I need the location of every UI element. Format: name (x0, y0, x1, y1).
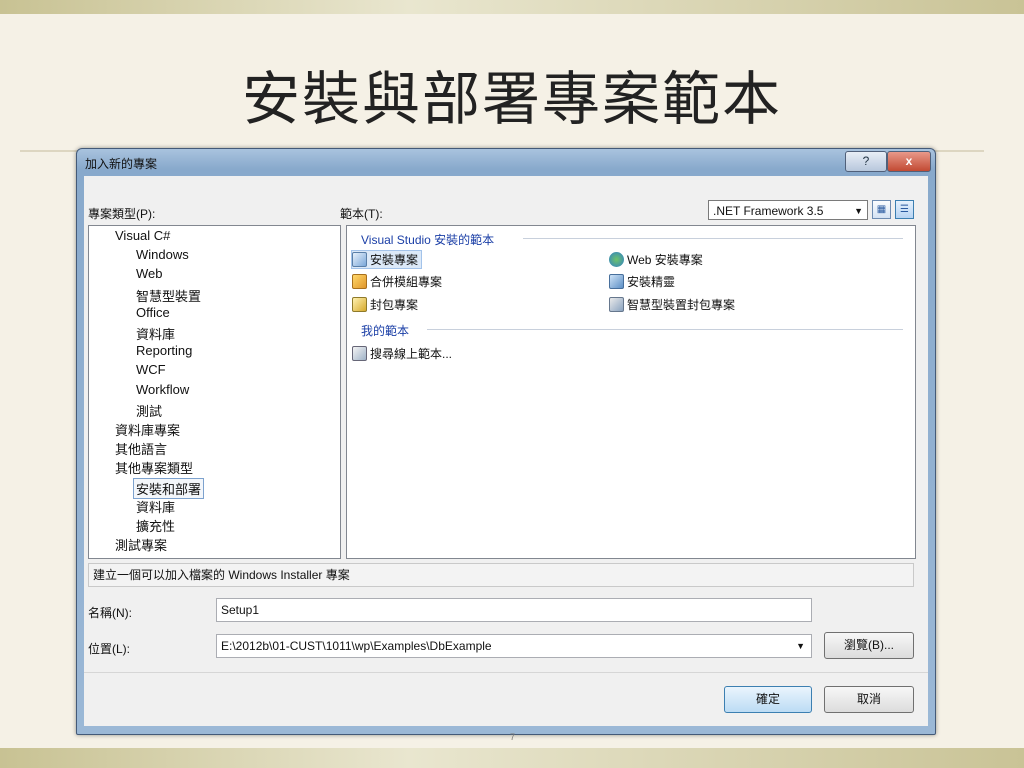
installed-templates-header: Visual Studio 安裝的範本 (361, 233, 495, 247)
browse-button[interactable]: 瀏覽(B)... (824, 632, 914, 659)
templates-label: 範本(T): (340, 207, 383, 221)
my-templates-header: 我的範本 (361, 324, 410, 338)
tree-item[interactable]: 其他語言 (115, 439, 167, 458)
tree-item[interactable]: Reporting (136, 343, 192, 358)
add-new-project-dialog: 加入新的專案 ? x 專案類型(P): 範本(T): .NET Framewor… (76, 148, 936, 735)
tree-item[interactable]: 安裝和部署 (133, 477, 205, 499)
template-setup-wizard[interactable]: 安裝精靈 (609, 273, 675, 290)
tree-item[interactable]: 資料庫 (136, 324, 175, 343)
project-types-label: 專案類型(P): (88, 207, 156, 221)
template-search-online[interactable]: 搜尋線上範本... (352, 345, 452, 362)
slide-bottom-bar (0, 748, 1024, 768)
name-input[interactable]: Setup1 (216, 598, 812, 622)
framework-select[interactable]: .NET Framework 3.5 ▼ (708, 200, 868, 220)
group-divider (523, 238, 903, 239)
template-label: 智慧型裝置封包專案 (627, 298, 736, 312)
page-number: 7 (510, 732, 516, 742)
ok-button[interactable]: 確定 (724, 686, 812, 713)
tree-item[interactable]: 測試專案 (115, 535, 167, 554)
tree-item[interactable]: 擴充性 (136, 516, 175, 535)
template-label: 安裝精靈 (627, 275, 676, 289)
smart-device-cab-icon (609, 297, 624, 312)
slide-top-bar (0, 0, 1024, 14)
setup-wizard-icon (609, 274, 624, 289)
dialog-titlebar[interactable]: 加入新的專案 ? x (77, 149, 935, 175)
template-label: Web 安裝專案 (627, 253, 703, 267)
template-merge-module-project[interactable]: 合併模組專案 (352, 273, 442, 290)
tree-item[interactable]: WCF (136, 362, 166, 377)
cancel-button[interactable]: 取消 (824, 686, 914, 713)
merge-module-icon (352, 274, 367, 289)
tree-item[interactable]: 其他專案類型 (115, 458, 193, 477)
footer-divider (84, 672, 928, 673)
chevron-down-icon: ▼ (854, 206, 863, 216)
framework-value: .NET Framework 3.5 (713, 204, 824, 218)
location-label: 位置(L): (88, 642, 131, 656)
location-value: E:\2012b\01-CUST\1011\wp\Examples\DbExam… (221, 639, 492, 653)
name-label: 名稱(N): (88, 606, 132, 620)
tree-item[interactable]: 測試 (136, 401, 162, 420)
group-divider (427, 329, 903, 330)
tree-item[interactable]: 資料庫 (136, 497, 175, 516)
close-button[interactable]: x (887, 151, 931, 172)
template-label: 安裝專案 (370, 253, 419, 267)
chevron-down-icon: ▼ (796, 641, 805, 651)
dialog-title: 加入新的專案 (85, 157, 158, 171)
tree-item[interactable]: Office (136, 305, 170, 320)
decor-line-right (934, 150, 984, 152)
large-icons-view-button[interactable]: ▦ (872, 200, 891, 219)
dialog-client: 專案類型(P): 範本(T): .NET Framework 3.5 ▼ ▦ ☰… (84, 176, 928, 726)
setup-project-icon (352, 252, 367, 267)
project-types-tree[interactable]: Visual C# Windows Web 智慧型裝置 Office 資料庫 Reporti… (88, 225, 341, 559)
help-button[interactable]: ? (845, 151, 887, 172)
template-label: 封包專案 (370, 298, 419, 312)
tree-item[interactable]: Visual C# (115, 228, 170, 243)
web-setup-icon (609, 252, 624, 267)
list-view-icon: ☰ (900, 204, 909, 215)
location-combobox[interactable]: E:\2012b\01-CUST\1011\wp\Examples\DbExam… (216, 634, 812, 658)
template-description: 建立一個可以加入檔案的 Windows Installer 專案 (88, 563, 914, 587)
large-icons-icon: ▦ (876, 204, 887, 215)
template-web-setup-project[interactable]: Web 安裝專案 (609, 251, 703, 268)
slide-title: 安裝與部署專案範本 (241, 65, 782, 133)
small-icons-view-button[interactable]: ☰ (895, 200, 914, 219)
tree-item[interactable]: 智慧型裝置 (136, 286, 201, 305)
tree-item[interactable]: Workflow (136, 382, 189, 397)
tree-item[interactable]: 資料庫專案 (115, 420, 180, 439)
template-label: 搜尋線上範本... (370, 347, 453, 361)
cab-project-icon (352, 297, 367, 312)
tree-item[interactable]: Web (136, 266, 163, 281)
tree-item[interactable]: Windows (136, 247, 189, 262)
decor-line-left (20, 150, 78, 152)
search-online-templates-icon (352, 346, 367, 361)
template-smart-device-cab-project[interactable]: 智慧型裝置封包專案 (609, 296, 735, 313)
template-cab-project[interactable]: 封包專案 (352, 296, 418, 313)
template-setup-project[interactable]: 安裝專案 (351, 250, 423, 269)
templates-list[interactable]: Visual Studio 安裝的範本 安裝專案 Web 安裝專案 合併模組專案… (346, 225, 916, 559)
template-label: 合併模組專案 (370, 275, 443, 289)
